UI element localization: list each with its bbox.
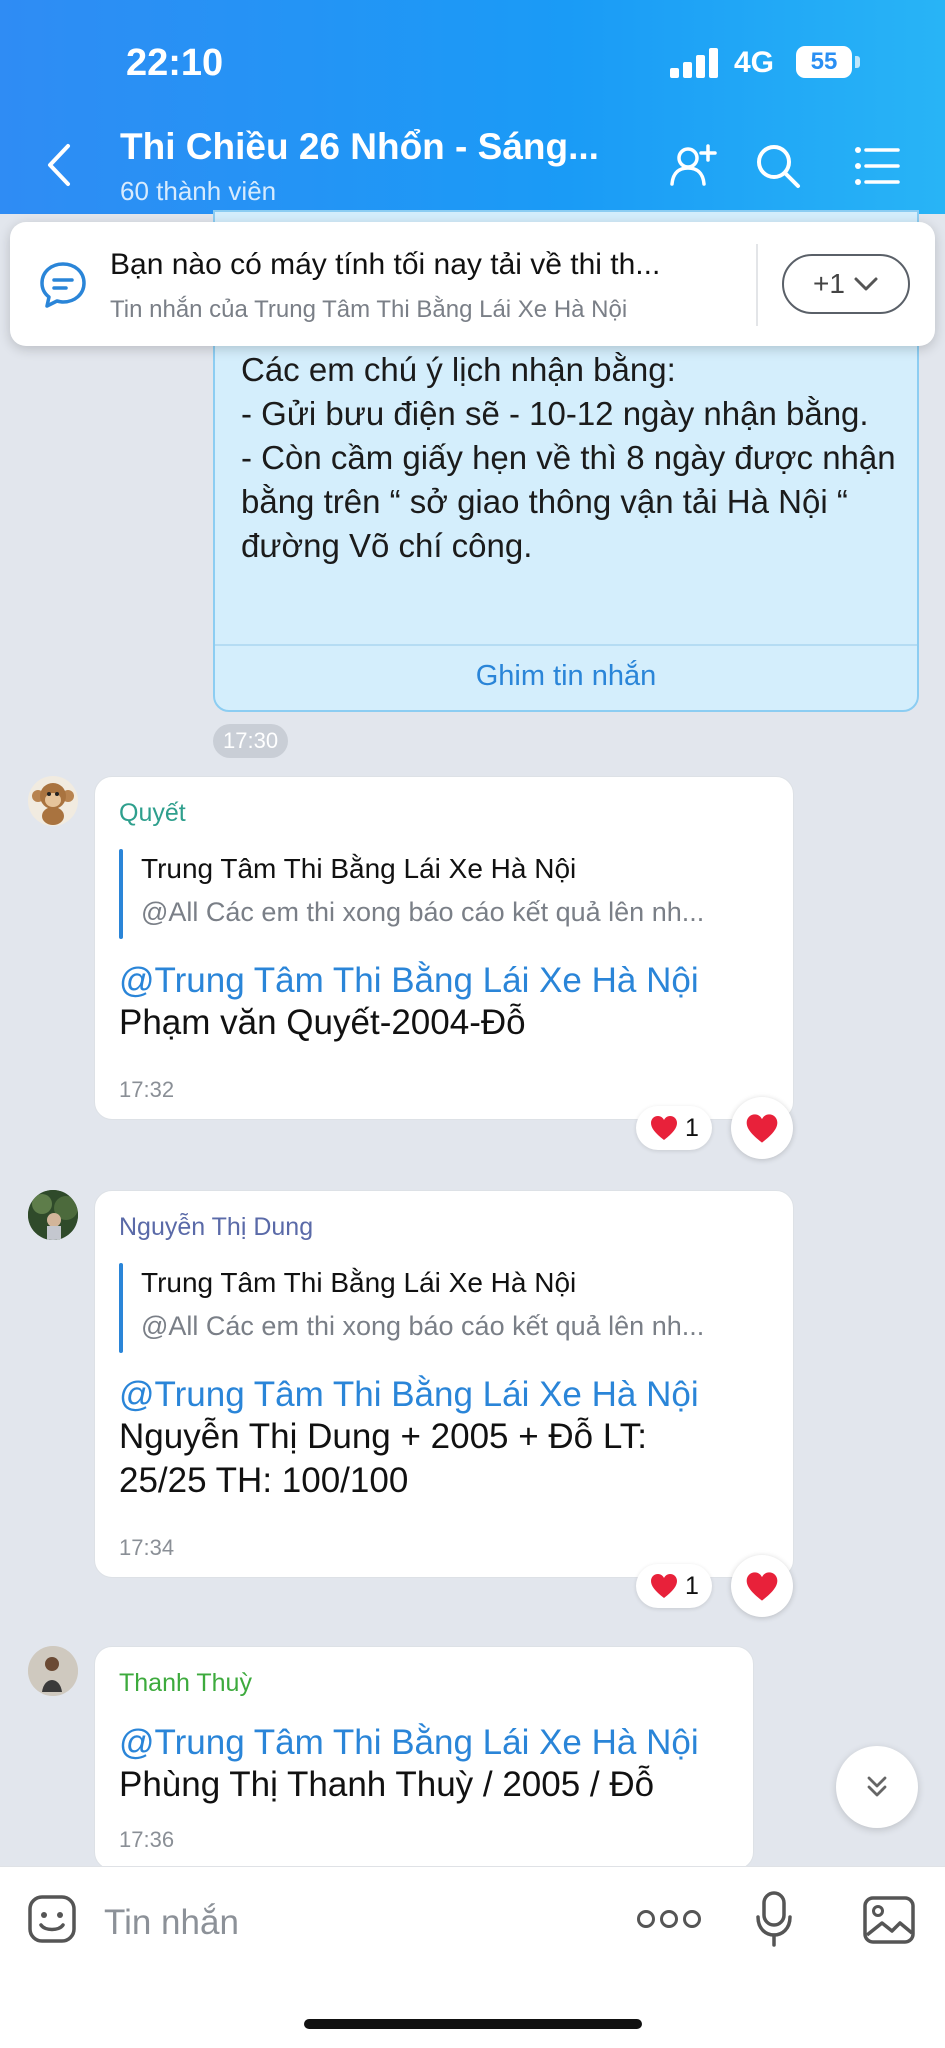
avatar[interactable] bbox=[28, 776, 78, 826]
mention-link[interactable]: @Trung Tâm Thi Bằng Lái Xe Hà Nội bbox=[119, 1375, 699, 1415]
chat-title[interactable]: Thi Chiều 26 Nhổn - Sáng... bbox=[120, 126, 599, 168]
battery-level: 55 bbox=[810, 48, 838, 75]
message-icon bbox=[40, 262, 86, 308]
message-input-bar: Tin nhắn bbox=[0, 1866, 945, 2048]
message-text: Phạm văn Quyết-2004-Đỗ bbox=[119, 1003, 526, 1042]
heart-icon bbox=[746, 1571, 778, 1601]
message-bubble[interactable]: Nguyễn Thị Dung Trung Tâm Thi Bằng Lái X… bbox=[94, 1190, 794, 1578]
message-text: Nguyễn Thị Dung + 2005 + Đỗ LT: 25/25 TH… bbox=[119, 1417, 647, 1500]
mic-icon[interactable] bbox=[754, 1889, 794, 1949]
reaction-number: 1 bbox=[685, 1571, 699, 1600]
image-icon[interactable] bbox=[862, 1895, 916, 1945]
pinned-more-button[interactable]: +1 bbox=[782, 254, 910, 314]
message-time: 17:36 bbox=[119, 1827, 175, 1852]
react-button[interactable] bbox=[731, 1555, 793, 1617]
react-button[interactable] bbox=[731, 1097, 793, 1159]
quote-bar bbox=[119, 849, 123, 939]
quote-title[interactable]: Trung Tâm Thi Bằng Lái Xe Hà Nội bbox=[141, 1267, 576, 1299]
heart-icon bbox=[651, 1574, 678, 1598]
divider bbox=[756, 244, 758, 326]
message-bubble[interactable]: Thanh Thuỳ @Trung Tâm Thi Bằng Lái Xe Hà… bbox=[94, 1646, 754, 1870]
chevron-down-icon bbox=[854, 277, 878, 291]
avatar-photo-icon bbox=[28, 1646, 78, 1696]
message-time: 17:32 bbox=[119, 1077, 175, 1102]
pinned-message-bar[interactable]: Bạn nào có máy tính tối nay tải về thi t… bbox=[10, 222, 935, 346]
pin-message-button[interactable]: Ghim tin nhắn bbox=[215, 660, 917, 693]
back-icon[interactable] bbox=[44, 140, 74, 190]
quote-text[interactable]: @All Các em thi xong báo cáo kết quả lên… bbox=[141, 897, 704, 928]
menu-icon[interactable] bbox=[852, 140, 904, 192]
message-text: Phùng Thị Thanh Thuỳ / 2005 / Đỗ bbox=[119, 1765, 655, 1804]
mention-link[interactable]: @Trung Tâm Thi Bằng Lái Xe Hà Nội bbox=[119, 961, 699, 1001]
message-input[interactable]: Tin nhắn bbox=[104, 1903, 239, 1943]
message-time: 17:30 bbox=[213, 724, 289, 758]
pinned-text: Bạn nào có máy tính tối nay tải về thi t… bbox=[110, 248, 661, 281]
quote-text[interactable]: @All Các em thi xong báo cáo kết quả lên… bbox=[141, 1311, 704, 1342]
mention-link[interactable]: @Trung Tâm Thi Bằng Lái Xe Hà Nội bbox=[119, 1723, 699, 1763]
sticker-icon[interactable] bbox=[26, 1893, 78, 1945]
avatar-photo-icon bbox=[28, 1190, 78, 1240]
quote-bar bbox=[119, 1263, 123, 1353]
heart-icon bbox=[651, 1116, 678, 1140]
add-member-icon[interactable] bbox=[668, 140, 720, 192]
reaction-number: 1 bbox=[685, 1113, 699, 1142]
network-type: 4G bbox=[734, 46, 775, 79]
sender-name[interactable]: Thanh Thuỳ bbox=[119, 1669, 252, 1698]
chat-header: 22:10 4G 55 Thi Chiều 26 Nhổn - Sáng... … bbox=[0, 0, 945, 214]
message-bubble[interactable]: Quyết Trung Tâm Thi Bằng Lái Xe Hà Nội @… bbox=[94, 776, 794, 1120]
avatar[interactable] bbox=[28, 1190, 78, 1240]
home-indicator bbox=[304, 2019, 642, 2029]
double-chevron-down-icon bbox=[867, 1776, 887, 1797]
pinned-count: +1 bbox=[813, 268, 845, 299]
message-time: 17:34 bbox=[119, 1535, 175, 1560]
signal-icon bbox=[670, 48, 720, 78]
announcement-text: Các em chú ý lịch nhận bằng: - Gửi bưu đ… bbox=[241, 351, 896, 564]
sender-name[interactable]: Nguyễn Thị Dung bbox=[119, 1213, 313, 1242]
divider bbox=[215, 644, 917, 646]
member-count[interactable]: 60 thành viên bbox=[120, 176, 276, 207]
more-icon[interactable] bbox=[636, 1907, 702, 1931]
pinned-source: Tin nhắn của Trung Tâm Thi Bằng Lái Xe H… bbox=[110, 296, 628, 323]
heart-icon bbox=[746, 1113, 778, 1143]
quote-title[interactable]: Trung Tâm Thi Bằng Lái Xe Hà Nội bbox=[141, 853, 576, 885]
avatar[interactable] bbox=[28, 1646, 78, 1696]
battery-tip bbox=[855, 56, 860, 68]
monkey-avatar-icon bbox=[32, 783, 74, 825]
battery-icon: 55 bbox=[796, 46, 852, 78]
reaction-count[interactable]: 1 bbox=[636, 1564, 712, 1608]
reaction-count[interactable]: 1 bbox=[636, 1106, 712, 1150]
search-icon[interactable] bbox=[752, 140, 804, 192]
sender-name[interactable]: Quyết bbox=[119, 799, 186, 828]
scroll-down-button[interactable] bbox=[836, 1746, 918, 1828]
status-time: 22:10 bbox=[126, 42, 224, 84]
